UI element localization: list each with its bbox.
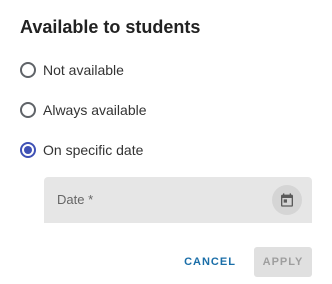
radio-option-always-available[interactable]: Always available [20, 99, 147, 121]
date-field-label: Date * [57, 192, 94, 207]
date-input[interactable]: Date * [44, 177, 312, 223]
apply-button[interactable]: APPLY [254, 247, 312, 277]
radio-button-always-available[interactable] [20, 102, 36, 118]
radio-label-not-available: Not available [43, 62, 124, 78]
radio-button-not-available[interactable] [20, 62, 36, 78]
cancel-button[interactable]: CANCEL [176, 247, 244, 277]
calendar-button[interactable] [272, 185, 302, 215]
radio-label-specific-date: On specific date [43, 142, 144, 158]
radio-option-specific-date[interactable]: On specific date [20, 139, 143, 161]
radio-button-specific-date[interactable] [20, 142, 36, 158]
radio-label-always-available: Always available [43, 102, 147, 118]
availability-dialog: Available to students Not available Alwa… [0, 0, 332, 284]
radio-option-not-available[interactable]: Not available [20, 59, 124, 81]
dialog-title: Available to students [20, 17, 201, 37]
calendar-icon [281, 193, 293, 207]
